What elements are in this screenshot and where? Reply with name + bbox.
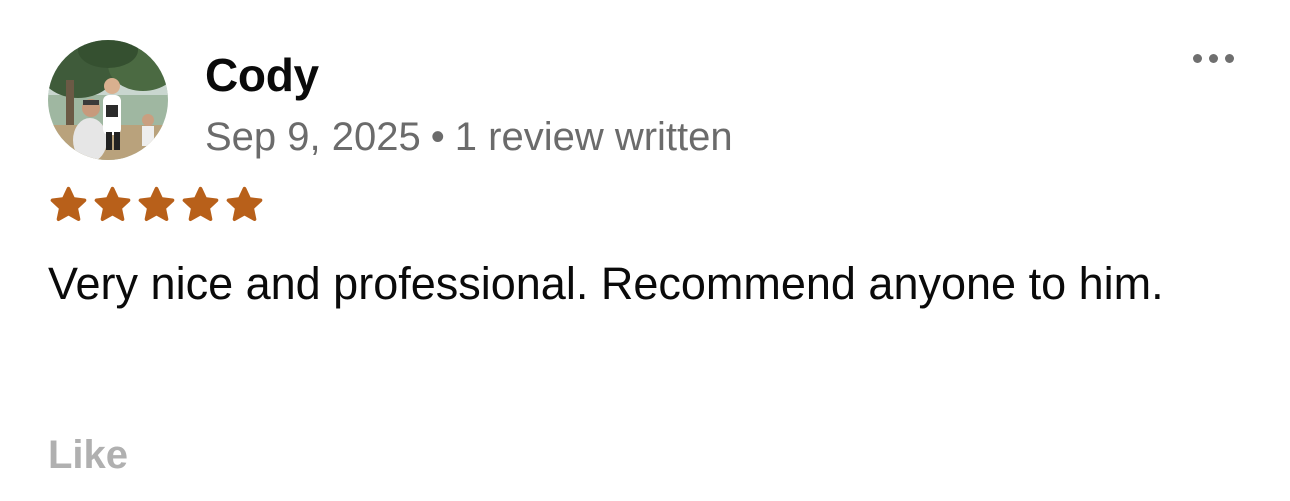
like-button[interactable]: Like [48, 430, 128, 480]
more-options-button[interactable] [1178, 38, 1248, 78]
profile-photo [48, 40, 168, 160]
more-options-icon [1192, 53, 1202, 63]
star-icon [138, 186, 175, 222]
review-date: Sep 9, 2025 [205, 115, 421, 159]
more-options-icon-dot [1208, 53, 1218, 63]
review-card: Cody Sep 9, 2025 • 1 review written Very n… [0, 0, 1290, 501]
star-icon [94, 186, 131, 222]
meta-separator: • [430, 115, 445, 159]
star-icon [50, 186, 87, 222]
star-icon [226, 186, 263, 222]
review-meta: Sep 9, 2025 • 1 review written [205, 112, 733, 162]
more-options-icon-dot [1224, 53, 1234, 63]
review-text: Very nice and professional. Recommend an… [48, 258, 1164, 309]
avatar[interactable] [48, 40, 168, 160]
star-icon [182, 186, 219, 222]
author-name[interactable]: Cody [205, 47, 319, 103]
star-rating [48, 185, 265, 225]
review-count[interactable]: 1 review written [455, 115, 733, 159]
